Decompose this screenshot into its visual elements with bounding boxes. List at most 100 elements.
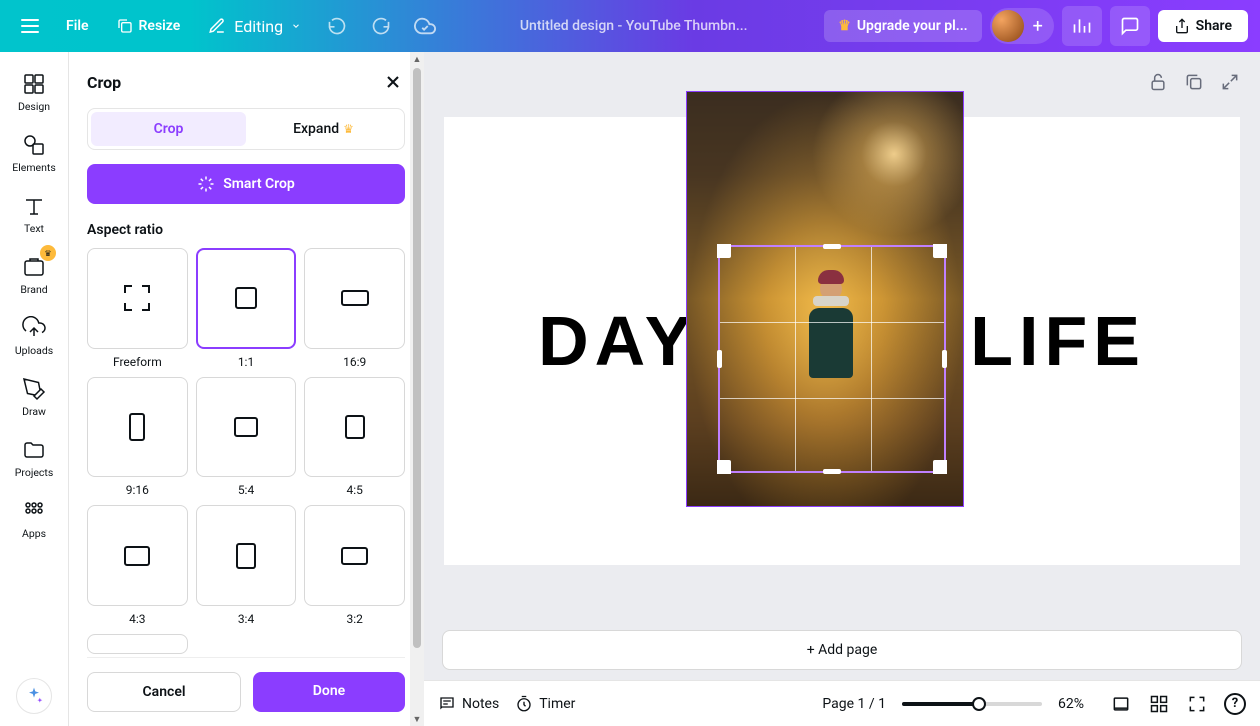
left-rail: Design Elements Text ♛ Brand Uploads Dra…: [0, 52, 69, 726]
close-panel-button[interactable]: [381, 70, 405, 94]
notes-button[interactable]: Notes: [438, 695, 499, 713]
rail-elements[interactable]: Elements: [4, 125, 64, 182]
lock-page-button[interactable]: [1146, 70, 1170, 94]
crop-handle-ne[interactable]: [933, 244, 947, 258]
crop-handle-w[interactable]: [717, 350, 722, 368]
grid-view-button[interactable]: [1148, 693, 1170, 715]
canvas-stage[interactable]: DAY IN MY LIFE: [424, 52, 1260, 630]
menu-icon: [21, 19, 39, 33]
rail-apps[interactable]: Apps: [4, 491, 64, 548]
add-collaborator-button[interactable]: +: [1024, 12, 1052, 40]
add-page-button[interactable]: + Add page: [442, 630, 1242, 670]
image-element[interactable]: [686, 91, 964, 507]
cloud-sync-button[interactable]: [407, 8, 443, 44]
crop-handle-sw[interactable]: [717, 460, 731, 474]
tab-expand[interactable]: Expand ♛: [246, 112, 401, 146]
ratio-3-4-button[interactable]: [196, 505, 297, 606]
freeform-icon: [124, 285, 150, 311]
scroll-thumb[interactable]: [413, 68, 421, 648]
cancel-button[interactable]: Cancel: [87, 672, 241, 712]
ratio-9-16: 9:16: [87, 377, 188, 498]
zoom-thumb[interactable]: [972, 697, 986, 711]
rail-brand[interactable]: ♛ Brand: [4, 247, 64, 304]
avatar[interactable]: [992, 10, 1024, 42]
ratio-shape-icon: [124, 546, 150, 566]
page-view-icon: [1111, 694, 1131, 714]
rail-draw[interactable]: Draw: [4, 369, 64, 426]
help-button[interactable]: ?: [1224, 693, 1246, 715]
rail-uploads[interactable]: Uploads: [4, 308, 64, 365]
resize-button[interactable]: Resize: [107, 12, 191, 40]
share-icon: [1174, 18, 1190, 34]
crop-handle-n[interactable]: [823, 244, 841, 249]
undo-button[interactable]: [319, 8, 355, 44]
zoom-percent[interactable]: 62%: [1058, 696, 1094, 712]
hamburger-menu[interactable]: [12, 8, 48, 44]
redo-button[interactable]: [363, 8, 399, 44]
panel-title: Crop: [87, 73, 121, 92]
redo-icon: [371, 16, 391, 36]
page-indicator[interactable]: Page 1 / 1: [822, 696, 886, 712]
crop-handle-e[interactable]: [942, 350, 947, 368]
file-menu[interactable]: File: [56, 12, 99, 40]
resize-icon: [117, 18, 133, 34]
upgrade-label: Upgrade your pl...: [857, 18, 968, 34]
notes-icon: [438, 695, 456, 713]
page-view-button[interactable]: [1110, 693, 1132, 715]
ratio-1-1-button[interactable]: [196, 248, 297, 349]
fullscreen-button[interactable]: [1186, 693, 1208, 715]
done-button[interactable]: Done: [253, 672, 405, 712]
ratio-3-2-button[interactable]: [304, 505, 405, 606]
design-canvas[interactable]: DAY IN MY LIFE: [444, 117, 1240, 565]
ratio-label: 9:16: [126, 483, 149, 497]
smart-crop-button[interactable]: Smart Crop: [87, 164, 405, 204]
ratio-5-4-button[interactable]: [196, 377, 297, 478]
crop-region[interactable]: [718, 245, 946, 473]
timer-button[interactable]: Timer: [515, 695, 575, 713]
rail-text[interactable]: Text: [4, 186, 64, 243]
ratio-4-5-button[interactable]: [304, 377, 405, 478]
share-button[interactable]: Share: [1158, 10, 1248, 42]
expand-page-button[interactable]: [1218, 70, 1242, 94]
magic-button[interactable]: [16, 678, 52, 714]
ratio-shape-icon: [235, 287, 257, 309]
document-title[interactable]: Untitled design - YouTube Thumbn...: [451, 18, 816, 34]
duplicate-page-button[interactable]: [1182, 70, 1206, 94]
zoom-fill: [902, 702, 979, 706]
aspect-ratio-label: Aspect ratio: [87, 222, 405, 238]
panel-scrollbar[interactable]: ▲ ▼: [410, 52, 424, 726]
ratio-label: 3:2: [346, 612, 362, 626]
crop-panel-wrap: Crop Crop Expand ♛ Smart Crop Aspect rat…: [69, 52, 424, 726]
crop-handle-s[interactable]: [823, 469, 841, 474]
analytics-button[interactable]: [1062, 6, 1102, 46]
crop-handle-nw[interactable]: [717, 244, 731, 258]
upgrade-button[interactable]: ♛ Upgrade your pl...: [824, 10, 981, 42]
ratio-label: 4:5: [346, 483, 362, 497]
scroll-down-arrow[interactable]: ▼: [410, 712, 424, 726]
ratio-shape-icon: [341, 290, 369, 306]
comment-button[interactable]: [1110, 6, 1150, 46]
scroll-up-arrow[interactable]: ▲: [410, 52, 424, 66]
projects-icon: [22, 438, 46, 462]
rail-design[interactable]: Design: [4, 64, 64, 121]
ratio-9-16-button[interactable]: [87, 377, 188, 478]
ratio-5-4: 5:4: [196, 377, 297, 498]
zoom-slider[interactable]: [902, 702, 1042, 706]
rail-label: Design: [18, 100, 50, 113]
ratio-shape-icon: [341, 547, 368, 565]
ratio-4-3-button[interactable]: [87, 505, 188, 606]
rail-projects[interactable]: Projects: [4, 430, 64, 487]
ratio-label: 4:3: [129, 612, 145, 626]
undo-icon: [327, 16, 347, 36]
sparkle-icon: [197, 175, 215, 193]
ratio-more-button[interactable]: [87, 634, 188, 654]
tab-crop[interactable]: Crop: [91, 112, 246, 146]
ratio-label: 3:4: [238, 612, 254, 626]
ratio-16-9-button[interactable]: [304, 248, 405, 349]
editing-mode-dropdown[interactable]: Editing: [198, 11, 311, 42]
crop-panel: Crop Crop Expand ♛ Smart Crop Aspect rat…: [69, 52, 424, 726]
ratio-3-2: 3:2: [304, 505, 405, 626]
ratio-freeform-button[interactable]: [87, 248, 188, 349]
crop-handle-se[interactable]: [933, 460, 947, 474]
rail-label: Apps: [22, 527, 46, 540]
